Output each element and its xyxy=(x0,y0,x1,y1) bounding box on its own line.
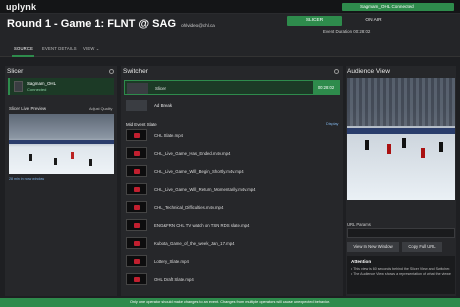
attention-box: Attention • This view is 60 seconds behi… xyxy=(347,256,455,294)
slate-label: CHL_Live_Game_Has_Ended.m4v.mp4 xyxy=(154,151,231,156)
player xyxy=(89,159,92,166)
slate-label: Kubota_Game_of_the_week_Jan_17.mp4 xyxy=(154,241,235,246)
connection-status-badge: Sagmam_OHL Connected xyxy=(342,3,454,11)
slate-label: ENG&FRN CHL TV watch on TSN RDS slate.mp… xyxy=(154,223,250,228)
player xyxy=(365,140,369,150)
switcher-panel: Switcher Slicer 00:28:02 Ad Break Mid Ev… xyxy=(121,66,343,296)
slate-item[interactable]: CHL Slate.mp4 xyxy=(124,128,340,143)
adjust-quality-link[interactable]: Adjust Quality xyxy=(89,107,112,111)
audience-video[interactable] xyxy=(347,78,455,200)
slicer-mode-button[interactable]: SLICER xyxy=(287,16,342,26)
switcher-panel-title: Switcher xyxy=(123,68,148,75)
event-duration: Event Duration 00:28:02 xyxy=(323,29,371,34)
tab-source[interactable]: SOURCE xyxy=(14,46,33,51)
slicer-preview-label: Slicer Live Preview xyxy=(9,106,47,111)
preview-time-link[interactable]: 28 min in now window xyxy=(9,177,44,181)
slate-item[interactable]: Kubota_Game_of_the_week_Jan_17.mp4 xyxy=(124,236,340,251)
slicer-panel-title: Slicer xyxy=(7,68,24,75)
operator-warning-footer: Only one operator should make changes to… xyxy=(0,298,460,307)
event-title: Round 1 - Game 1: FLNT @ SAG ohlvideo@ch… xyxy=(7,18,215,30)
slate-item[interactable]: Lottery_Slate.mp4 xyxy=(124,254,340,269)
slate-label: OHL Draft Slate.mp4 xyxy=(154,277,194,282)
slate-item[interactable]: CHL_Live_Game_Will_Begin_Shortly.m4v.mp4 xyxy=(124,164,340,179)
slicer-thumbnail xyxy=(127,83,148,94)
slate-item[interactable]: CHL_Live_Game_Has_Ended.m4v.mp4 xyxy=(124,146,340,161)
uplynk-logo: uplynk xyxy=(6,2,37,12)
tab-view-dropdown[interactable]: VIEW ⌄ xyxy=(83,46,100,51)
slate-item[interactable]: CHL_Technical_Difficulties.m4v.mp4 xyxy=(124,200,340,215)
ad-break-row[interactable]: Ad Break xyxy=(124,98,340,113)
copy-full-url-button[interactable]: Copy Full URL xyxy=(402,242,442,252)
slicer-device-icon xyxy=(14,81,23,92)
slate-thumbnail xyxy=(126,129,147,141)
player xyxy=(402,138,406,148)
slate-thumbnail xyxy=(126,255,147,267)
switcher-slicer-label: Slicer xyxy=(155,86,166,91)
slate-thumbnail xyxy=(126,273,147,285)
slate-thumbnail xyxy=(126,165,147,177)
slate-item[interactable]: CHL_Live_Game_Will_Return_Momentarily.m4… xyxy=(124,182,340,197)
slicer-source-card[interactable]: Sagmam_OHL Connected xyxy=(8,78,114,95)
slate-label: CHL_Live_Game_Will_Begin_Shortly.m4v.mp4 xyxy=(154,169,244,174)
account-email: ohlvideo@chl.ca xyxy=(181,23,215,28)
slate-item[interactable]: OHL Draft Slate.mp4 xyxy=(124,272,340,287)
audience-panel-title: Audience View xyxy=(347,68,390,75)
switcher-settings-icon[interactable] xyxy=(334,69,339,74)
on-air-button[interactable]: ON AIR xyxy=(346,16,401,26)
switcher-slicer-row[interactable]: Slicer 00:28:02 xyxy=(124,80,340,95)
attention-title: Attention xyxy=(351,259,372,264)
mid-event-slate-heading: Mid Event Slate xyxy=(126,122,157,127)
slate-thumbnail xyxy=(126,147,147,159)
player xyxy=(387,144,391,154)
url-params-input[interactable] xyxy=(347,228,455,238)
slicer-settings-icon[interactable] xyxy=(109,69,114,74)
event-title-text: Round 1 - Game 1: FLNT @ SAG xyxy=(7,18,177,30)
rink-boards xyxy=(347,128,455,134)
slate-label: CHL_Technical_Difficulties.m4v.mp4 xyxy=(154,205,224,210)
view-in-new-window-button[interactable]: View In New Window xyxy=(347,242,399,252)
player xyxy=(421,148,425,158)
tab-event-details[interactable]: EVENT DETAILS xyxy=(42,46,77,51)
event-header: Round 1 - Game 1: FLNT @ SAG ohlvideo@ch… xyxy=(0,14,460,40)
active-tab-indicator xyxy=(12,55,34,57)
live-timer: 00:28:02 xyxy=(313,81,339,94)
slate-item[interactable]: ENG&FRN CHL TV watch on TSN RDS slate.mp… xyxy=(124,218,340,233)
audience-panel: Audience View URL Params View In New Win… xyxy=(346,66,456,296)
ad-break-label: Ad Break xyxy=(154,103,173,108)
slicer-connection-state: Connected xyxy=(27,87,47,92)
attention-line: • The Audience View shows a representati… xyxy=(351,272,451,276)
slicer-name: Sagmam_OHL xyxy=(27,81,57,86)
slicer-preview-video[interactable] xyxy=(9,114,114,174)
display-link[interactable]: Display xyxy=(326,122,338,126)
top-bar: uplynk Sagmam_OHL Connected xyxy=(0,0,460,14)
slate-thumbnail xyxy=(126,183,147,195)
player xyxy=(54,158,57,165)
url-params-label: URL Params xyxy=(347,222,371,227)
crowd xyxy=(347,78,455,126)
slate-thumbnail xyxy=(126,201,147,213)
slate-label: CHL Slate.mp4 xyxy=(154,133,183,138)
rink-boards xyxy=(9,140,114,144)
slate-label: CHL_Live_Game_Will_Return_Momentarily.m4… xyxy=(154,187,256,192)
tab-bar: SOURCE EVENT DETAILS VIEW ⌄ xyxy=(0,40,460,57)
player xyxy=(71,152,74,159)
slate-thumbnail xyxy=(126,237,147,249)
slate-thumbnail xyxy=(126,219,147,231)
player xyxy=(29,154,32,161)
ad-break-thumbnail xyxy=(126,100,147,111)
player xyxy=(439,142,443,152)
slate-label: Lottery_Slate.mp4 xyxy=(154,259,189,264)
slicer-panel: Slicer Sagmam_OHL Connected Slicer Live … xyxy=(5,66,117,296)
